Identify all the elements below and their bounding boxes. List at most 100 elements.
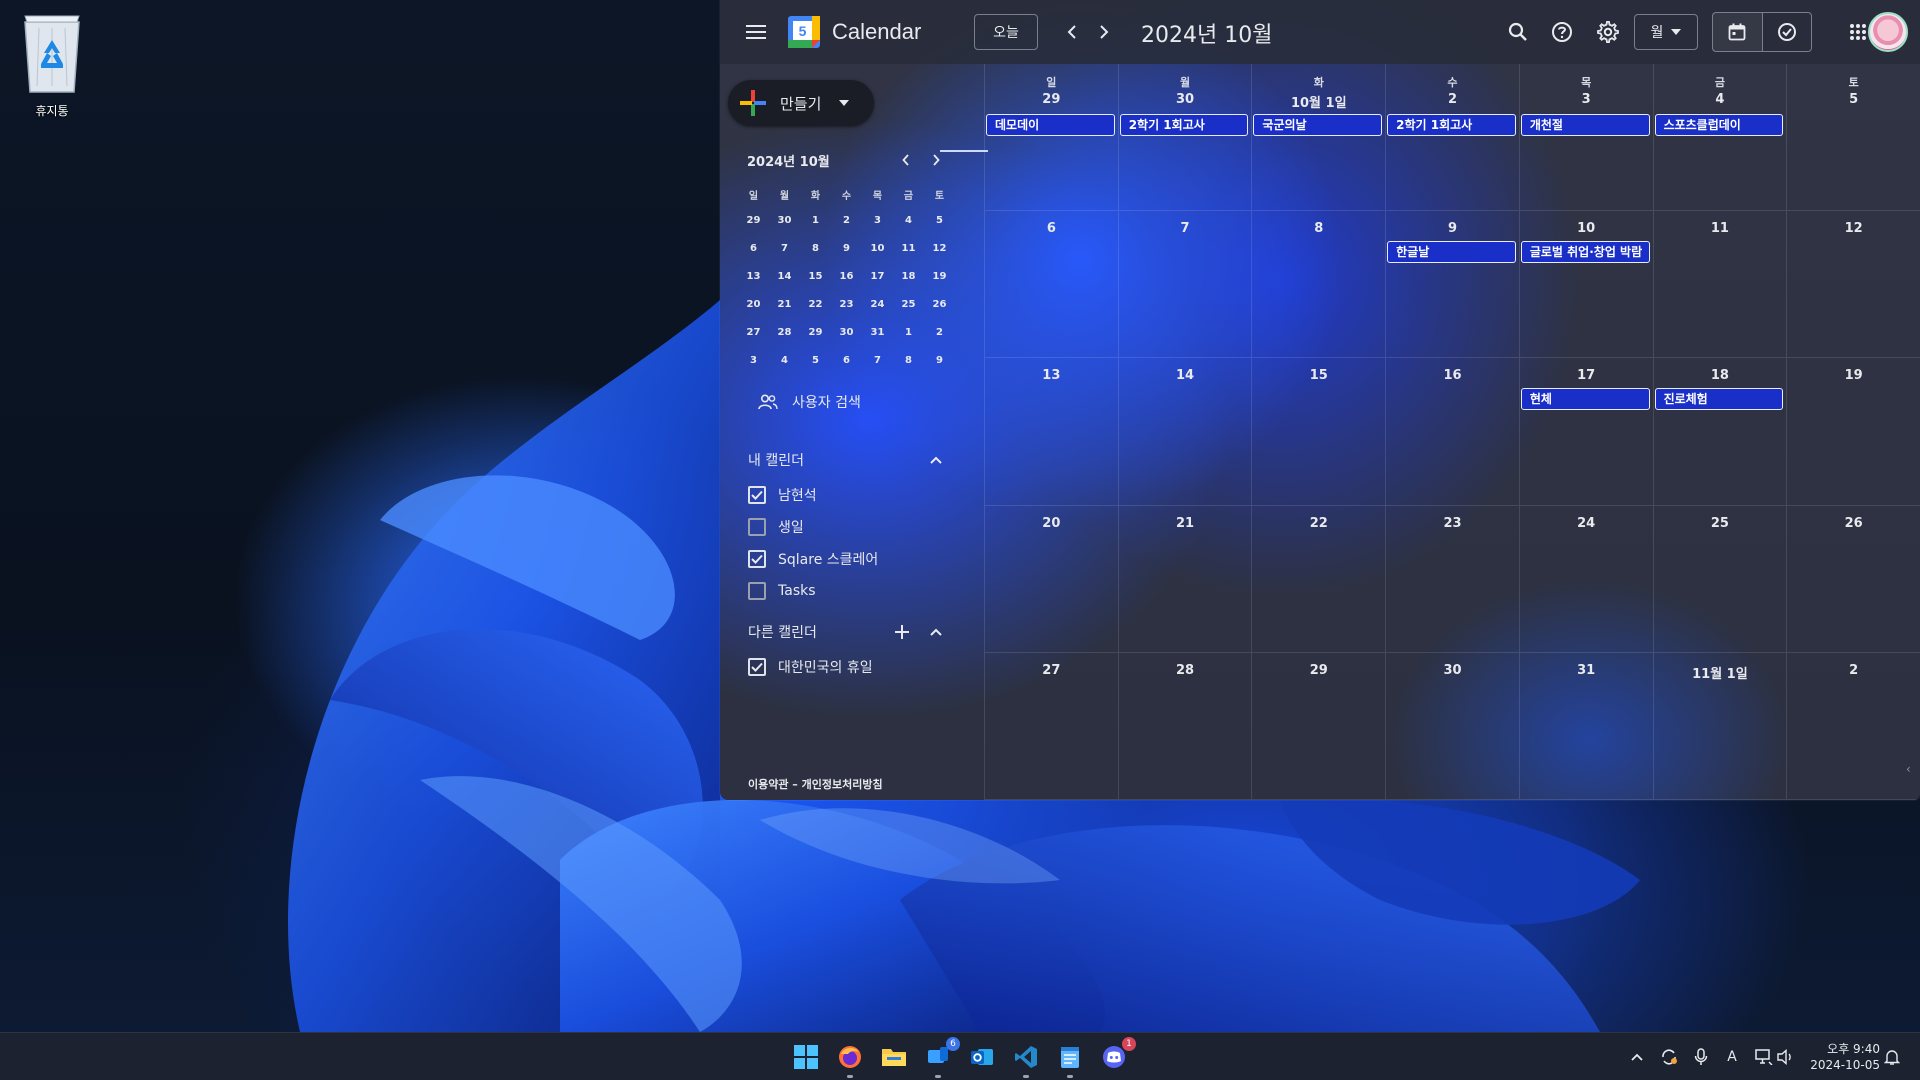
calendar-list-item[interactable]: Sqlare 스클레어 — [748, 547, 878, 571]
account-avatar[interactable] — [1868, 12, 1908, 52]
mini-day[interactable]: 30 — [769, 206, 800, 234]
mini-day[interactable]: 16 — [831, 262, 862, 290]
day-number[interactable]: 11월 1일 — [1654, 663, 1787, 682]
taskbar-clock[interactable]: 오후 9:40 2024-10-05 — [1800, 1041, 1880, 1073]
day-number[interactable]: 22 — [1252, 516, 1385, 531]
day-cell[interactable]: 19 — [1786, 358, 1920, 506]
mini-day[interactable]: 1 — [893, 318, 924, 346]
mini-day[interactable]: 29 — [738, 206, 769, 234]
day-number[interactable]: 30 — [1386, 663, 1519, 678]
mini-day[interactable]: 30 — [831, 318, 862, 346]
mini-day[interactable]: 26 — [924, 290, 955, 318]
mini-day[interactable]: 14 — [769, 262, 800, 290]
mini-day[interactable]: 2 — [831, 206, 862, 234]
help-button[interactable] — [1542, 12, 1582, 52]
mini-day[interactable]: 3 — [862, 206, 893, 234]
calendar-view-button[interactable] — [1713, 13, 1763, 51]
mini-day[interactable]: 9 — [924, 346, 955, 374]
mini-day[interactable]: 18 — [893, 262, 924, 290]
mini-day[interactable]: 4 — [893, 206, 924, 234]
day-number[interactable]: 23 — [1386, 516, 1519, 531]
day-number[interactable]: 3 — [1520, 92, 1653, 107]
mini-day[interactable]: 21 — [769, 290, 800, 318]
day-cell[interactable]: 15 — [1251, 358, 1386, 506]
mini-day[interactable]: 5 — [800, 346, 831, 374]
day-cell[interactable]: 30 — [1385, 652, 1519, 800]
day-cell[interactable]: 18 — [1652, 358, 1787, 506]
event-chip[interactable]: 국군의날 — [1253, 114, 1383, 136]
day-cell[interactable]: 16 — [1385, 358, 1519, 506]
day-cell[interactable]: 31 — [1518, 652, 1653, 800]
tray-volume-icon[interactable] — [1776, 1047, 1796, 1067]
mini-day[interactable]: 12 — [924, 234, 955, 262]
day-cell[interactable]: 금4 — [1652, 64, 1787, 212]
day-cell[interactable]: 20 — [984, 505, 1118, 653]
mini-day[interactable]: 8 — [893, 346, 924, 374]
mini-day[interactable]: 2 — [924, 318, 955, 346]
day-cell[interactable]: 11 — [1652, 211, 1787, 359]
mini-day[interactable]: 29 — [800, 318, 831, 346]
calendar-checkbox[interactable] — [748, 658, 766, 676]
taskbar-outlook[interactable] — [966, 1041, 998, 1073]
day-cell[interactable]: 화 10월 1일 — [1251, 64, 1386, 212]
day-cell[interactable]: 22 — [1251, 505, 1386, 653]
day-cell[interactable]: 28 — [1117, 652, 1252, 800]
taskbar-file-explorer[interactable] — [878, 1041, 910, 1073]
create-button[interactable]: 만들기 — [728, 80, 874, 126]
tray-microphone-icon[interactable] — [1691, 1047, 1711, 1067]
event-chip[interactable]: 현체 — [1520, 388, 1650, 411]
mini-day[interactable]: 10 — [862, 234, 893, 262]
mini-day[interactable]: 27 — [738, 318, 769, 346]
taskbar-discord[interactable]: 1 — [1098, 1037, 1136, 1073]
day-cell[interactable]: 2 — [1786, 652, 1920, 800]
day-cell[interactable]: 26 — [1786, 505, 1920, 653]
day-number[interactable]: 18 — [1654, 368, 1787, 383]
calendar-list-item[interactable]: Tasks — [748, 579, 816, 603]
mini-day[interactable]: 11 — [893, 234, 924, 262]
mini-day[interactable]: 24 — [862, 290, 893, 318]
day-number[interactable]: 2 — [1386, 92, 1519, 107]
day-number[interactable]: 30 — [1119, 92, 1252, 107]
other-calendars-header[interactable]: 다른 캘린더 — [748, 620, 948, 644]
day-number[interactable]: 10 — [1520, 221, 1653, 236]
user-search-button[interactable]: 사용자 검색 — [758, 392, 861, 412]
day-number[interactable]: 2 — [1787, 663, 1920, 678]
mini-prev-month-button[interactable] — [896, 150, 916, 170]
next-period-button[interactable] — [1084, 12, 1124, 52]
taskbar-notepad[interactable] — [1054, 1041, 1086, 1078]
notification-bell-icon[interactable] — [1882, 1047, 1902, 1067]
day-cell[interactable]: 13 — [984, 358, 1118, 506]
mini-day[interactable]: 20 — [738, 290, 769, 318]
today-button[interactable]: 오늘 — [974, 14, 1038, 50]
day-cell[interactable]: 11월 1일 — [1652, 652, 1787, 800]
calendar-list-item[interactable]: 남현석 — [748, 483, 817, 507]
add-other-calendar-button[interactable] — [890, 620, 914, 644]
mini-day[interactable]: 7 — [862, 346, 893, 374]
mini-day[interactable]: 17 — [862, 262, 893, 290]
mini-day[interactable]: 28 — [769, 318, 800, 346]
day-number[interactable]: 29 — [1252, 663, 1385, 678]
day-number[interactable]: 9 — [1386, 221, 1519, 236]
tasks-view-button[interactable] — [1763, 13, 1812, 51]
tray-network-icon[interactable] — [1754, 1047, 1774, 1067]
day-number[interactable]: 12 — [1787, 221, 1920, 236]
mini-day[interactable]: 6 — [831, 346, 862, 374]
day-cell[interactable]: 24 — [1518, 505, 1653, 653]
event-chip[interactable]: 스포츠클럽데이 — [1654, 114, 1784, 136]
event-chip[interactable]: 개천절 — [1520, 114, 1650, 136]
terms-privacy-links[interactable]: 이용약관 – 개인정보처리방침 — [748, 776, 883, 792]
calendar-checkbox[interactable] — [748, 582, 766, 600]
taskbar-phone-link[interactable]: 6 — [922, 1037, 960, 1078]
my-calendars-collapse-button[interactable] — [924, 448, 948, 472]
day-cell[interactable]: 7 — [1117, 211, 1252, 359]
day-number[interactable]: 10월 1일 — [1252, 92, 1385, 111]
mini-day[interactable]: 6 — [738, 234, 769, 262]
day-number[interactable]: 26 — [1787, 516, 1920, 531]
event-chip[interactable]: 글로벌 취업·창업 박람 — [1520, 241, 1650, 264]
mini-day[interactable]: 1 — [800, 206, 831, 234]
day-number[interactable]: 5 — [1787, 92, 1920, 107]
day-cell[interactable]: 월 30 — [1117, 64, 1252, 212]
day-number[interactable]: 8 — [1252, 221, 1385, 236]
day-cell[interactable]: 6 — [984, 211, 1118, 359]
calendar-checkbox[interactable] — [748, 518, 766, 536]
